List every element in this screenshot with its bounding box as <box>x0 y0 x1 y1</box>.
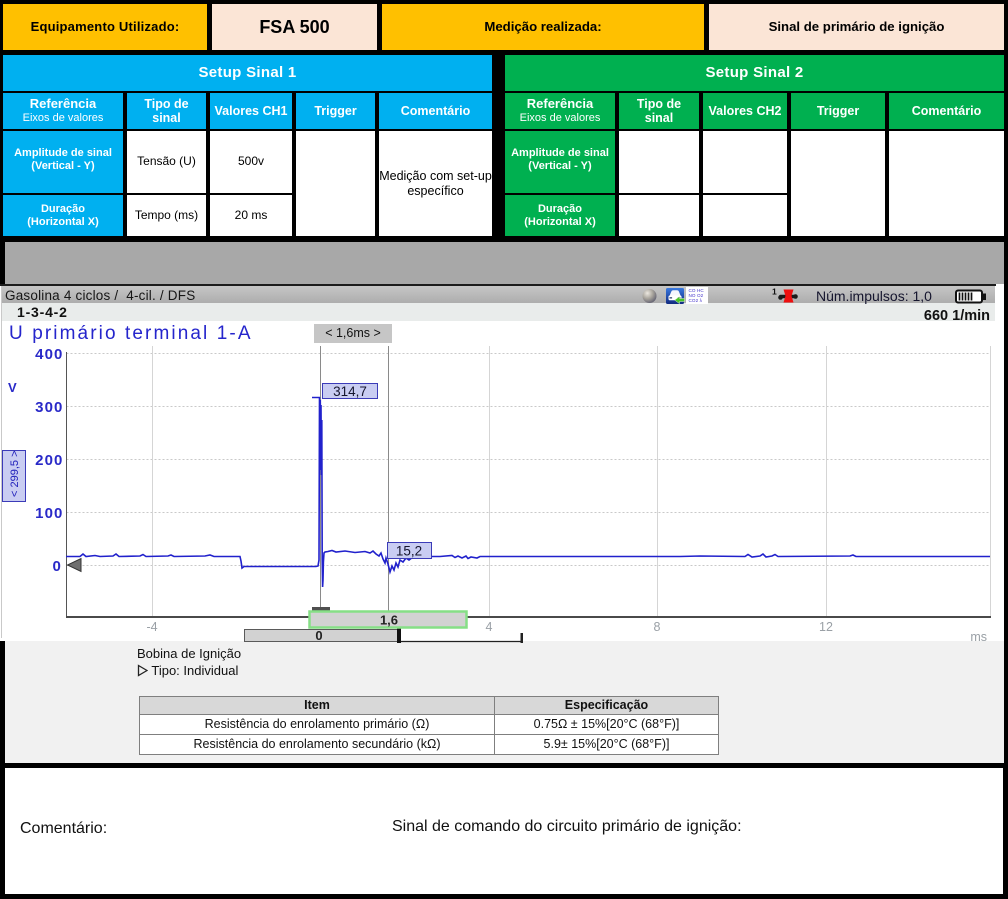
svg-text:100: 100 <box>35 505 63 522</box>
svg-text:1: 1 <box>772 287 777 297</box>
svg-text:4: 4 <box>486 620 493 634</box>
svg-text:300: 300 <box>35 399 63 416</box>
svg-text:V: V <box>8 380 17 395</box>
svg-text:400: 400 <box>35 346 63 363</box>
svg-text:15,2: 15,2 <box>396 544 422 559</box>
svg-text:314,7: 314,7 <box>333 384 367 399</box>
svg-text:Núm.impulsos: 1,0: Núm.impulsos: 1,0 <box>816 288 932 304</box>
svg-text:0: 0 <box>315 628 322 643</box>
svg-text:12: 12 <box>819 620 833 634</box>
svg-text:1,6: 1,6 <box>380 613 398 628</box>
svg-text:-4: -4 <box>146 620 157 634</box>
svg-text:8: 8 <box>654 620 661 634</box>
svg-text:< 299,5 >: < 299,5 > <box>9 451 21 498</box>
svg-text:0: 0 <box>53 558 62 575</box>
svg-text:CO2 λ: CO2 λ <box>689 298 703 303</box>
svg-text:ms: ms <box>970 630 987 644</box>
svg-text:200: 200 <box>35 452 63 469</box>
